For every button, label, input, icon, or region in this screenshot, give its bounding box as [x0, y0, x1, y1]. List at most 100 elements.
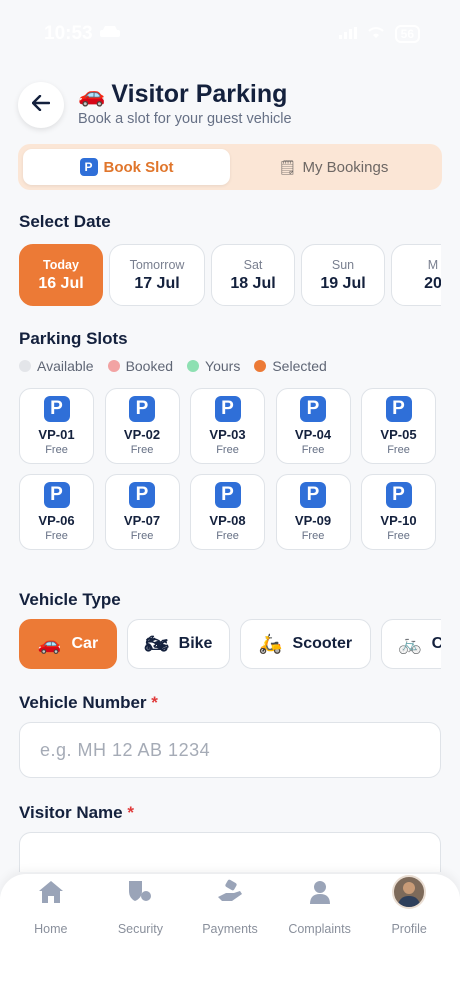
nav-profile[interactable]: Profile — [365, 874, 453, 997]
parking-icon: P — [129, 482, 155, 508]
parking-icon: P — [385, 396, 412, 422]
arrow-left-icon — [31, 94, 51, 116]
slot-status: Free — [301, 444, 325, 456]
slot-card-vp-07[interactable]: P VP-07 Free — [104, 474, 180, 550]
slot-status: Free — [45, 444, 68, 456]
slot-status: Free — [216, 444, 239, 456]
slot-legend: Available Booked Yours Selected — [19, 358, 327, 374]
slot-card-vp-04[interactable]: P VP-04 Free — [275, 388, 351, 464]
date-day: Tomorrow — [129, 257, 185, 272]
parking-icon: P — [129, 396, 155, 422]
page-header: 🚗 Visitor Parking Book a slot for your g… — [18, 80, 442, 130]
vehicle-label: Car — [71, 635, 99, 652]
car-icon — [99, 23, 121, 45]
slot-card-vp-01[interactable]: P VP-01 Free — [19, 388, 94, 464]
parking-icon: P — [43, 396, 70, 422]
legend-dot — [19, 360, 31, 372]
nav-home[interactable]: Home — [7, 874, 95, 997]
visitor-name-input[interactable] — [19, 832, 441, 872]
slot-card-vp-02[interactable]: P VP-02 Free — [104, 388, 180, 464]
field-label-text: Visitor Name — [19, 803, 123, 822]
parking-icon: P — [214, 482, 241, 508]
slot-id: VP-06 — [38, 513, 75, 528]
scooter-icon: 🛵 — [258, 634, 283, 655]
date-day: M — [427, 257, 439, 272]
tab-book-slot[interactable]: P Book Slot — [23, 149, 230, 185]
nav-label: Home — [34, 922, 68, 936]
vehicle-option-bike[interactable]: 🏍 Bike — [127, 619, 230, 669]
vehicle-option-car[interactable]: 🚗 Car — [19, 619, 117, 669]
vehicle-label: Scooter — [292, 635, 353, 652]
slot-card-vp-05[interactable]: P VP-05 Free — [361, 388, 436, 464]
car-icon: 🚗 — [37, 634, 62, 655]
vehicle-label: C — [431, 635, 441, 652]
date-day: Today — [43, 257, 79, 272]
nav-complaints[interactable]: Complaints — [276, 874, 364, 997]
slot-status: Free — [387, 530, 410, 542]
date-day: Sat — [243, 257, 263, 272]
legend-available: Available — [19, 358, 94, 374]
slot-status: Free — [130, 444, 154, 456]
parking-icon: P — [300, 482, 326, 508]
date-option-sun[interactable]: Sun 19 Jul — [301, 244, 385, 306]
nav-label: Security — [117, 922, 163, 936]
parking-icon: P — [79, 158, 98, 176]
legend-selected: Selected — [254, 358, 327, 374]
parking-icon: P — [43, 482, 70, 508]
nav-security[interactable]: Security — [96, 874, 184, 997]
parking-icon: P — [214, 396, 241, 422]
parking-slots-heading: Parking Slots — [19, 329, 128, 348]
slot-card-vp-10[interactable]: P VP-10 Free — [361, 474, 436, 550]
complaints-person-icon — [307, 874, 333, 910]
date-value: 18 Jul — [230, 274, 276, 292]
status-left: 10:53 — [44, 23, 121, 45]
date-option-sat[interactable]: Sat 18 Jul — [211, 244, 295, 306]
nav-label: Profile — [391, 922, 427, 936]
slot-status: Free — [45, 530, 68, 542]
vehicle-number-input[interactable] — [19, 722, 441, 778]
slot-card-vp-03[interactable]: P VP-03 Free — [190, 388, 265, 464]
status-time: 10:53 — [44, 23, 93, 44]
avatar — [392, 875, 427, 909]
vehicle-label: Bike — [178, 635, 213, 652]
title-row: 🚗 Visitor Parking — [78, 80, 287, 109]
slot-id: VP-01 — [38, 427, 75, 442]
field-label-text: Vehicle Number — [19, 693, 147, 712]
date-value: 19 Jul — [320, 274, 366, 292]
legend-dot — [107, 360, 120, 372]
slot-id: VP-04 — [294, 427, 332, 442]
nav-payments[interactable]: Payments — [186, 874, 274, 997]
parking-icon: P — [385, 482, 412, 508]
legend-label: Yours — [205, 358, 241, 374]
page-title: Visitor Parking — [111, 80, 288, 108]
date-option-today[interactable]: Today 16 Jul — [19, 244, 103, 306]
vehicle-option-scooter[interactable]: 🛵 Scooter — [240, 619, 371, 669]
battery-indicator: 56 — [394, 25, 420, 43]
slot-card-vp-08[interactable]: P VP-08 Free — [190, 474, 265, 550]
profile-icon-wrap — [392, 874, 427, 910]
date-option-tomorrow[interactable]: Tomorrow 17 Jul — [109, 244, 205, 306]
slot-status: Free — [130, 530, 154, 542]
back-button[interactable] — [18, 82, 64, 128]
required-mark: * — [151, 693, 158, 712]
slot-id: VP-03 — [209, 427, 246, 442]
legend-label: Available — [37, 358, 94, 374]
tab-label: Book Slot — [103, 158, 174, 176]
date-option-mon[interactable]: M 20 — [391, 244, 441, 306]
nav-label: Payments — [202, 922, 258, 936]
tab-switcher: P Book Slot 🗒 My Bookings — [18, 144, 442, 190]
slot-id: VP-07 — [123, 513, 161, 528]
date-strip: Today 16 Jul Tomorrow 17 Jul Sat 18 Jul … — [19, 244, 441, 306]
clipboard-icon: 🗒 — [278, 158, 297, 175]
slot-card-vp-06[interactable]: P VP-06 Free — [19, 474, 94, 550]
vehicle-option-cycle[interactable]: 🚲 C — [381, 619, 441, 669]
slot-card-vp-09[interactable]: P VP-09 Free — [275, 474, 351, 550]
bicycle-icon: 🚲 — [398, 634, 422, 655]
signal-icon — [338, 26, 357, 42]
slot-id: VP-09 — [294, 513, 332, 528]
legend-booked: Booked — [107, 358, 173, 374]
select-date-heading: Select Date — [19, 212, 111, 231]
security-shield-icon — [127, 874, 153, 910]
date-value: 20 — [424, 274, 441, 292]
tab-my-bookings[interactable]: 🗒 My Bookings — [230, 149, 437, 185]
